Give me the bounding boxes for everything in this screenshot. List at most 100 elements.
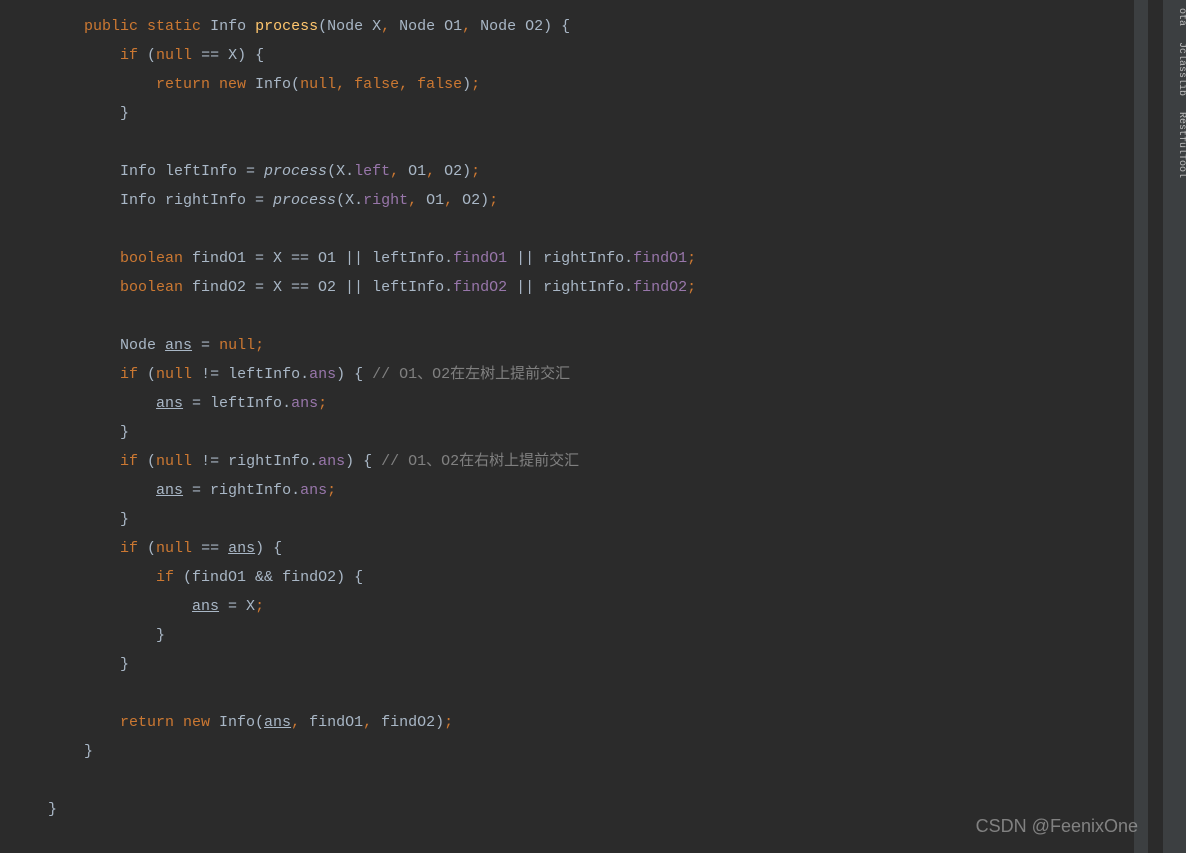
code-token: boolean <box>120 279 183 296</box>
code-token: null <box>156 366 192 383</box>
sidebar-item-label: ota <box>1176 8 1186 26</box>
code-token: ; <box>471 163 480 180</box>
code-token <box>48 598 192 615</box>
code-token: return new <box>156 76 246 93</box>
code-token: null <box>156 47 192 64</box>
code-token: } <box>48 743 93 760</box>
code-line: if (findO1 && findO2) { <box>48 563 1148 592</box>
code-token: != rightInfo. <box>192 453 318 470</box>
code-token: ( <box>138 366 156 383</box>
code-token <box>48 714 120 731</box>
code-token: ) { <box>255 540 282 557</box>
code-line: } <box>48 650 1148 679</box>
code-token <box>48 250 120 267</box>
sidebar-tool-ota[interactable]: ota <box>1163 0 1186 34</box>
sidebar-tool-restfultool[interactable]: RestfulTool <box>1163 104 1186 186</box>
vertical-scrollbar[interactable] <box>1134 0 1148 853</box>
code-token: ans <box>156 395 183 412</box>
code-token <box>48 453 120 470</box>
code-token: ( <box>138 47 156 64</box>
code-token <box>48 366 120 383</box>
code-token: if <box>120 366 138 383</box>
code-line: public static Info process(Node X, Node … <box>48 12 1148 41</box>
code-line: if (null != rightInfo.ans) { // O1、O2在右树… <box>48 447 1148 476</box>
code-token: findO1 <box>300 714 363 731</box>
code-token: ) <box>462 76 471 93</box>
code-token: process <box>255 18 318 35</box>
code-line <box>48 128 1148 157</box>
code-token: Info leftInfo = <box>48 163 264 180</box>
code-token: if <box>120 453 138 470</box>
code-token: Info <box>201 18 255 35</box>
code-token: } <box>48 801 57 818</box>
sidebar-item-label: RestfulTool <box>1176 112 1186 178</box>
code-token: // O1、O2在右树上提前交汇 <box>381 453 579 470</box>
code-token <box>48 47 120 64</box>
code-line: } <box>48 737 1148 766</box>
code-token: (X. <box>327 163 354 180</box>
code-token: , <box>426 163 435 180</box>
code-token: = rightInfo. <box>183 482 300 499</box>
code-token: findO1 <box>453 250 507 267</box>
code-token <box>48 18 84 35</box>
code-token: ans <box>192 598 219 615</box>
code-token: Info( <box>246 76 300 93</box>
code-token: // O1、O2在左树上提前交汇 <box>372 366 570 383</box>
code-token: null <box>156 453 192 470</box>
code-token: findO2 <box>633 279 687 296</box>
code-token: boolean <box>120 250 183 267</box>
code-token: ans <box>300 482 327 499</box>
code-token: , <box>363 714 372 731</box>
code-token: findO1 = X == O1 || leftInfo. <box>183 250 453 267</box>
code-token: , <box>399 76 417 93</box>
code-token: findO2 = X == O2 || leftInfo. <box>183 279 453 296</box>
code-token: } <box>48 656 129 673</box>
code-token: (X. <box>336 192 363 209</box>
code-token: , <box>462 18 471 35</box>
code-token: ) { <box>345 453 381 470</box>
code-token: || rightInfo. <box>507 279 633 296</box>
code-line: ans = rightInfo.ans; <box>48 476 1148 505</box>
code-line: Info rightInfo = process(X.right, O1, O2… <box>48 186 1148 215</box>
code-token: ; <box>471 76 480 93</box>
code-token: O2) <box>453 192 489 209</box>
sidebar-tool-jclasslib[interactable]: Jclasslib <box>1163 34 1186 104</box>
code-line: return new Info(null, false, false); <box>48 70 1148 99</box>
code-token: ans <box>264 714 291 731</box>
code-token: } <box>48 424 129 441</box>
code-token: Node O1 <box>390 18 462 35</box>
code-editor[interactable]: public static Info process(Node X, Node … <box>0 0 1148 853</box>
code-token: if <box>156 569 174 586</box>
code-token: = <box>192 337 219 354</box>
code-token: , <box>444 192 453 209</box>
code-token: if <box>120 540 138 557</box>
code-token: ; <box>489 192 498 209</box>
code-token: } <box>48 627 165 644</box>
code-line <box>48 302 1148 331</box>
code-token <box>48 76 156 93</box>
code-token <box>48 482 156 499</box>
code-token: , <box>408 192 417 209</box>
code-line: } <box>48 505 1148 534</box>
code-token: process <box>273 192 336 209</box>
code-token: } <box>48 105 129 122</box>
code-token: Node <box>48 337 165 354</box>
code-token: O1 <box>399 163 426 180</box>
code-token: ; <box>687 279 696 296</box>
code-token: findO2) <box>372 714 444 731</box>
code-token: = X <box>219 598 255 615</box>
code-token: findO2 <box>453 279 507 296</box>
code-token: public <box>84 18 138 35</box>
code-line: if (null == X) { <box>48 41 1148 70</box>
code-token: , <box>390 163 399 180</box>
code-token: ; <box>255 598 264 615</box>
code-line: if (null == ans) { <box>48 534 1148 563</box>
code-line <box>48 215 1148 244</box>
code-line <box>48 679 1148 708</box>
code-token: == <box>192 540 228 557</box>
code-token: = leftInfo. <box>183 395 291 412</box>
code-token: Node O2) { <box>471 18 570 35</box>
code-token: if <box>120 47 138 64</box>
code-token: null <box>300 76 336 93</box>
code-token: ; <box>318 395 327 412</box>
